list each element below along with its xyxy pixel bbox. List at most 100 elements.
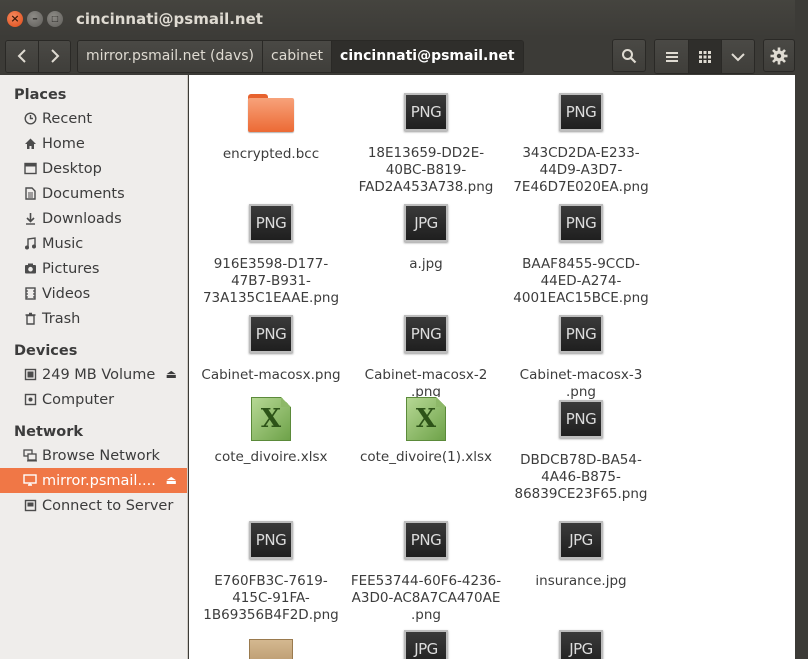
file-name: encrypted.bcc: [222, 146, 320, 162]
breadcrumb-item-cabinet[interactable]: cabinet: [262, 40, 332, 72]
file-name: BAAF8455-9CCD-44ED-A274-4001EAC15BCE.png: [513, 256, 649, 306]
sidebar-item-recent[interactable]: Recent: [0, 106, 187, 131]
image-file-icon: PNG: [557, 204, 605, 252]
file-name: Cabinet-macosx.png: [201, 367, 341, 383]
file-item[interactable]: PNG DBDCB78D-BA54-4A46-B875-86839CE23F65.…: [505, 395, 657, 503]
sidebar-item-trash[interactable]: Trash: [0, 306, 187, 331]
sidebar-item-label: Downloads: [42, 210, 122, 227]
sidebar-item-label: Music: [42, 235, 84, 252]
sidebar-item-label: mirror.psmail....: [42, 472, 156, 489]
file-item[interactable]: JPG: [350, 625, 502, 659]
image-file-icon: JPG: [557, 630, 605, 659]
sidebar-item-computer[interactable]: Computer: [0, 387, 187, 412]
eject-icon[interactable]: ⏏: [166, 473, 177, 487]
file-item[interactable]: PNG 18E13659-DD2E-40BC-B819-FAD2A453A738.…: [350, 88, 502, 196]
downloads-icon: [23, 212, 37, 226]
file-name: 916E3598-D177-47B7-B931-73A135C1EAAE.png: [202, 256, 340, 306]
sidebar-item-label: Pictures: [42, 260, 100, 277]
file-item[interactable]: PNG Cabinet-macosx.png: [195, 310, 347, 384]
grid-view-button[interactable]: [688, 40, 721, 73]
file-item[interactable]: JPG a.jpg: [350, 199, 502, 273]
image-file-icon: JPG: [557, 521, 605, 569]
desktop-folder-icon: [23, 162, 37, 176]
image-file-icon: PNG: [402, 315, 450, 363]
image-file-icon: PNG: [247, 315, 295, 363]
spreadsheet-icon: X: [402, 397, 450, 445]
network-folder-icon: [23, 474, 37, 488]
image-file-icon: PNG: [557, 93, 605, 141]
film-icon: [23, 287, 37, 301]
search-button[interactable]: [612, 39, 646, 72]
sidebar-item-label: Videos: [42, 285, 91, 302]
sidebar-item-label: Connect to Server: [42, 497, 174, 514]
sidebar-item-mirror[interactable]: mirror.psmail.... ⏏: [0, 468, 187, 493]
sidebar: Places Recent Home Desktop Documents Dow…: [0, 75, 188, 659]
file-item[interactable]: PNG E760FB3C-7619-415C-91FA-1B69356B4F2D.…: [195, 516, 347, 624]
file-item[interactable]: JPG: [505, 625, 657, 659]
sidebar-item-browse-network[interactable]: Browse Network: [0, 443, 187, 468]
sidebar-item-label: Trash: [42, 310, 81, 327]
sidebar-item-pictures[interactable]: Pictures: [0, 256, 187, 281]
minimize-window-button[interactable]: –: [27, 10, 43, 27]
sidebar-item-music[interactable]: Music: [0, 231, 187, 256]
chevron-down-icon: [731, 52, 745, 61]
server-icon: [23, 499, 37, 513]
trash-icon: [23, 312, 37, 326]
file-grid: encrypted.bcc PNG 18E13659-DD2E-40BC-B819-…: [189, 75, 795, 659]
documents-icon: [23, 187, 37, 201]
camera-icon: [23, 262, 37, 276]
title-bar: × – □ cincinnati@psmail.net: [0, 0, 795, 37]
sidebar-item-connect-server[interactable]: Connect to Server: [0, 493, 187, 518]
breadcrumb: mirror.psmail.net (davs) cabinet cincinn…: [77, 39, 524, 73]
list-view-button[interactable]: [655, 40, 688, 73]
sidebar-item-home[interactable]: Home: [0, 131, 187, 156]
sidebar-item-label: Home: [42, 135, 85, 152]
breadcrumb-item-mirror[interactable]: mirror.psmail.net (davs): [78, 40, 262, 72]
file-name: insurance.jpg: [535, 573, 627, 589]
folder-icon: [247, 94, 295, 142]
file-item[interactable]: Xcote_divoire(1).xlsx: [350, 395, 502, 466]
sidebar-item-documents[interactable]: Documents: [0, 181, 187, 206]
file-item[interactable]: encrypted.bcc: [195, 88, 347, 163]
image-file-icon: PNG: [402, 521, 450, 569]
file-item[interactable]: PNG BAAF8455-9CCD-44ED-A274-4001EAC15BCE.…: [505, 199, 657, 307]
sidebar-item-label: Browse Network: [42, 447, 160, 464]
file-name: 343CD2DA-E233-44D9-A3D7-7E46D7E020EA.png: [513, 145, 649, 195]
eject-icon[interactable]: ⏏: [166, 367, 177, 381]
chevron-left-icon: [17, 49, 26, 63]
sidebar-item-volume[interactable]: 249 MB Volume ⏏: [0, 362, 187, 387]
file-item[interactable]: PNG FEE53744-60F6-4236-A3D0-AC8A7CA470AE.…: [350, 516, 502, 624]
sidebar-item-label: Computer: [42, 391, 115, 408]
file-name: cote_divoire(1).xlsx: [359, 449, 493, 465]
sidebar-item-videos[interactable]: Videos: [0, 281, 187, 306]
image-file-icon: PNG: [557, 400, 605, 448]
sidebar-item-label: Desktop: [42, 160, 102, 177]
file-item[interactable]: PNG 916E3598-D177-47B7-B931-73A135C1EAAE.…: [195, 199, 347, 307]
view-options-button[interactable]: [721, 40, 754, 73]
settings-button[interactable]: [763, 39, 795, 72]
maximize-window-button[interactable]: □: [47, 10, 63, 27]
close-window-button[interactable]: ×: [7, 10, 23, 27]
drive-icon: [23, 368, 37, 382]
sidebar-item-desktop[interactable]: Desktop: [0, 156, 187, 181]
image-file-icon: JPG: [402, 630, 450, 659]
file-item[interactable]: PNG Cabinet-macosx-2.png: [350, 310, 502, 401]
image-file-icon: PNG: [247, 204, 295, 252]
view-switcher: [654, 39, 755, 74]
back-button[interactable]: [6, 40, 38, 72]
computer-icon: [23, 393, 37, 407]
file-item[interactable]: Xcote_divoire.xlsx: [195, 395, 347, 466]
file-name: E760FB3C-7619-415C-91FA-1B69356B4F2D.png: [203, 573, 339, 623]
sidebar-item-downloads[interactable]: Downloads: [0, 206, 187, 231]
breadcrumb-item-current[interactable]: cincinnati@psmail.net: [331, 40, 523, 72]
file-item[interactable]: PNG Cabinet-macosx-3.png: [505, 310, 657, 401]
window-title: cincinnati@psmail.net: [76, 9, 263, 28]
sidebar-item-label: Documents: [42, 185, 125, 202]
file-item[interactable]: JPG insurance.jpg: [505, 516, 657, 590]
history-nav: [5, 39, 71, 73]
music-icon: [23, 237, 37, 251]
file-item[interactable]: PNG 343CD2DA-E233-44D9-A3D7-7E46D7E020EA.…: [505, 88, 657, 196]
file-name: a.jpg: [409, 256, 443, 272]
file-item[interactable]: [195, 625, 347, 659]
forward-button[interactable]: [38, 40, 70, 72]
